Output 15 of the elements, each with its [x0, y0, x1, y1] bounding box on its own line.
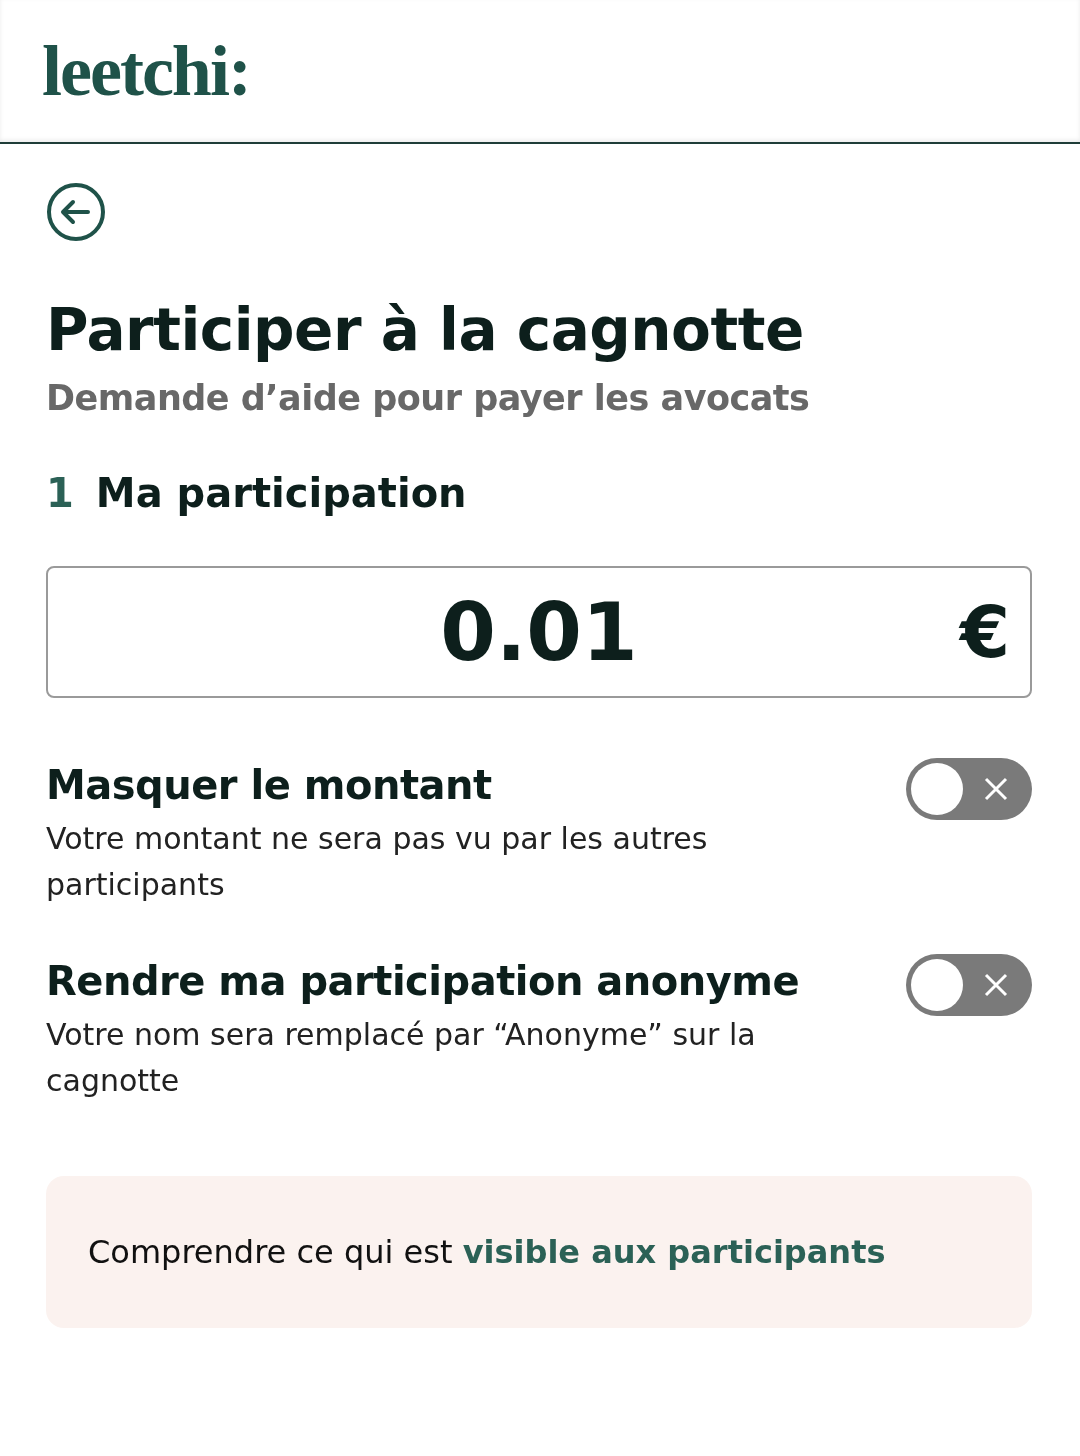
option-description: Votre nom sera remplacé par “Anonyme” sur la cagnotte: [46, 1016, 757, 1100]
visibility-link[interactable]: visible aux participants: [462, 1233, 886, 1271]
step-label: Ma participation: [95, 470, 467, 516]
option-description: Votre montant ne sera pas vu par les autres participants: [46, 820, 709, 904]
logo[interactable]: leetchi:: [42, 29, 250, 113]
option-title: Masquer le montant: [46, 762, 493, 808]
info-text: Comprendre ce qui est visible aux participants: [88, 1233, 886, 1271]
option-title: Rendre ma participation anonyme: [46, 958, 801, 1004]
step-number: 1: [46, 470, 74, 516]
back-icon[interactable]: [46, 182, 106, 242]
subtitle: Demande d’aide pour payer les avocats: [46, 378, 811, 418]
close-icon: [982, 775, 1010, 803]
page-title: Participer à la cagnotte: [46, 296, 805, 364]
currency-symbol: €: [959, 592, 1010, 672]
close-icon: [982, 971, 1010, 999]
